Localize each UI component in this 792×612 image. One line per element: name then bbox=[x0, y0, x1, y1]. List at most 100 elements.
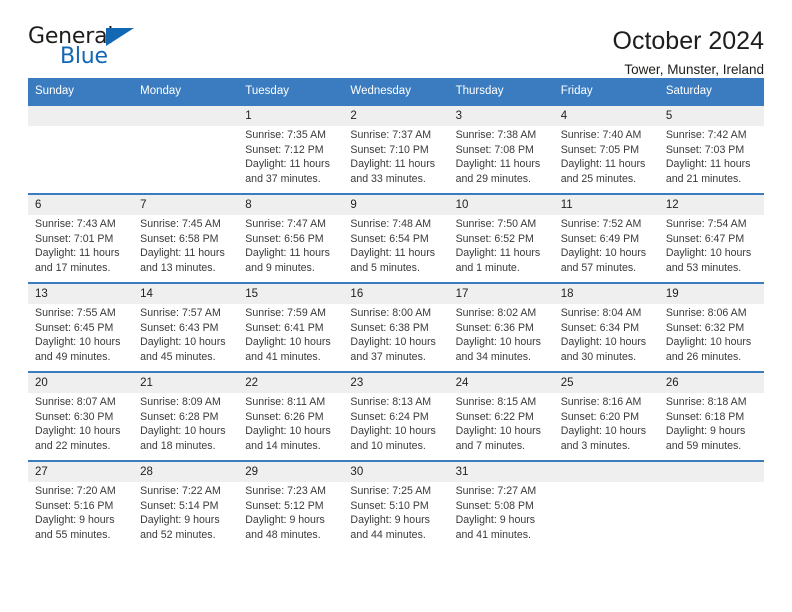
day-number: 28 bbox=[140, 466, 153, 479]
day-cell[interactable]: 13 Sunrise: 7:55 AM Sunset: 6:45 PM Dayli… bbox=[28, 284, 133, 371]
day-number: 17 bbox=[455, 288, 469, 301]
day-cell[interactable]: 27 Sunrise: 7:20 AM Sunset: 5:16 PM Dayli… bbox=[28, 462, 133, 549]
day-cell[interactable]: 12 Sunrise: 7:54 AM Sunset: 6:47 PM Dayli… bbox=[659, 195, 764, 282]
day-cell[interactable]: 31 Sunrise: 7:27 AM Sunset: 5:08 PM Dayli… bbox=[449, 462, 554, 549]
calendar-week-row: 13 Sunrise: 7:55 AM Sunset: 6:45 PM Dayli… bbox=[28, 282, 764, 371]
day-details: Sunrise: 8:07 AM Sunset: 6:30 PM Dayligh… bbox=[35, 396, 121, 452]
day-details: Sunrise: 7:20 AM Sunset: 5:16 PM Dayligh… bbox=[35, 485, 116, 541]
calendar-grid: Sunday Monday Tuesday Wednesday Thursday… bbox=[28, 78, 764, 549]
weekday-friday: Friday bbox=[560, 85, 593, 97]
day-cell[interactable]: 25 Sunrise: 8:16 AM Sunset: 6:20 PM Dayli… bbox=[554, 373, 659, 460]
day-number: 5 bbox=[665, 110, 673, 123]
weekday-tuesday: Tuesday bbox=[245, 85, 289, 97]
day-cell[interactable]: 20 Sunrise: 8:07 AM Sunset: 6:30 PM Dayli… bbox=[28, 373, 133, 460]
day-number: 1 bbox=[245, 110, 252, 123]
title-block: October 2024 Tower, Munster, Ireland bbox=[613, 26, 765, 77]
page-subtitle: Tower, Munster, Ireland bbox=[624, 62, 764, 77]
day-number: 16 bbox=[350, 288, 364, 301]
day-cell[interactable]: 21 Sunrise: 8:09 AM Sunset: 6:28 PM Dayli… bbox=[133, 373, 238, 460]
day-number: 10 bbox=[455, 199, 469, 212]
day-number: 29 bbox=[245, 466, 259, 479]
day-details: Sunrise: 7:35 AM Sunset: 7:12 PM Dayligh… bbox=[245, 129, 330, 185]
calendar-week-row: 27 Sunrise: 7:20 AM Sunset: 5:16 PM Dayli… bbox=[28, 460, 764, 549]
general-blue-logo[interactable]: General Blue bbox=[28, 26, 148, 72]
day-cell[interactable]: 24 Sunrise: 8:15 AM Sunset: 6:22 PM Dayli… bbox=[449, 373, 554, 460]
weekday-saturday: Saturday bbox=[665, 85, 712, 97]
day-number: 6 bbox=[35, 199, 42, 212]
day-number: 13 bbox=[35, 288, 48, 301]
day-cell[interactable]: 7 Sunrise: 7:45 AM Sunset: 6:58 PM Daylig… bbox=[133, 195, 238, 282]
day-details: Sunrise: 8:09 AM Sunset: 6:28 PM Dayligh… bbox=[140, 396, 226, 452]
day-number: 27 bbox=[35, 466, 48, 479]
calendar-week-row: 1 Sunrise: 7:35 AM Sunset: 7:12 PM Daylig… bbox=[28, 104, 764, 193]
day-cell[interactable]: 9 Sunrise: 7:48 AM Sunset: 6:54 PM Daylig… bbox=[343, 195, 448, 282]
day-number: 7 bbox=[140, 199, 147, 212]
day-cell[interactable]: 1 Sunrise: 7:35 AM Sunset: 7:12 PM Daylig… bbox=[238, 106, 343, 193]
day-details: Sunrise: 7:27 AM Sunset: 5:08 PM Dayligh… bbox=[455, 485, 537, 541]
day-number: 4 bbox=[560, 110, 568, 123]
day-cell[interactable]: 28 Sunrise: 7:22 AM Sunset: 5:14 PM Dayli… bbox=[133, 462, 238, 549]
day-cell[interactable]: 23 Sunrise: 8:13 AM Sunset: 6:24 PM Dayli… bbox=[343, 373, 448, 460]
day-details: Sunrise: 7:52 AM Sunset: 6:49 PM Dayligh… bbox=[560, 218, 647, 274]
logo-triangle-icon bbox=[106, 28, 134, 46]
weekday-thursday: Thursday bbox=[455, 85, 504, 97]
day-details: Sunrise: 8:06 AM Sunset: 6:32 PM Dayligh… bbox=[665, 307, 752, 363]
day-details: Sunrise: 7:48 AM Sunset: 6:54 PM Dayligh… bbox=[350, 218, 436, 274]
day-details: Sunrise: 7:22 AM Sunset: 5:14 PM Dayligh… bbox=[140, 485, 221, 541]
day-cell[interactable]: 8 Sunrise: 7:47 AM Sunset: 6:56 PM Daylig… bbox=[238, 195, 343, 282]
day-cell[interactable] bbox=[659, 462, 764, 549]
day-cell[interactable]: 10 Sunrise: 7:50 AM Sunset: 6:52 PM Dayli… bbox=[449, 195, 554, 282]
day-cell[interactable]: 19 Sunrise: 8:06 AM Sunset: 6:32 PM Dayli… bbox=[659, 284, 764, 371]
day-details: Sunrise: 8:00 AM Sunset: 6:38 PM Dayligh… bbox=[350, 307, 436, 363]
day-number bbox=[561, 462, 652, 482]
day-number: 15 bbox=[245, 288, 259, 301]
page-title: October 2024 bbox=[612, 27, 765, 55]
day-cell[interactable]: 2 Sunrise: 7:37 AM Sunset: 7:10 PM Daylig… bbox=[343, 106, 448, 193]
day-number bbox=[666, 462, 757, 482]
day-cell[interactable]: 3 Sunrise: 7:38 AM Sunset: 7:08 PM Daylig… bbox=[449, 106, 554, 193]
day-details: Sunrise: 7:45 AM Sunset: 6:58 PM Dayligh… bbox=[140, 218, 225, 274]
calendar-week-row: 20 Sunrise: 8:07 AM Sunset: 6:30 PM Dayli… bbox=[28, 371, 764, 460]
day-cell[interactable]: 29 Sunrise: 7:23 AM Sunset: 5:12 PM Dayli… bbox=[238, 462, 343, 549]
day-cell[interactable]: 5 Sunrise: 7:42 AM Sunset: 7:03 PM Daylig… bbox=[659, 106, 764, 193]
day-details: Sunrise: 8:13 AM Sunset: 6:24 PM Dayligh… bbox=[350, 396, 436, 452]
day-number bbox=[35, 106, 126, 126]
day-details: Sunrise: 7:42 AM Sunset: 7:03 PM Dayligh… bbox=[665, 129, 751, 185]
day-number bbox=[140, 106, 231, 126]
day-details: Sunrise: 7:57 AM Sunset: 6:43 PM Dayligh… bbox=[140, 307, 226, 363]
day-cell[interactable]: 18 Sunrise: 8:04 AM Sunset: 6:34 PM Dayli… bbox=[554, 284, 659, 371]
day-cell[interactable] bbox=[133, 106, 238, 193]
day-cell[interactable]: 4 Sunrise: 7:40 AM Sunset: 7:05 PM Daylig… bbox=[554, 106, 659, 193]
day-number: 19 bbox=[665, 288, 679, 301]
day-number: 21 bbox=[140, 377, 153, 390]
day-details: Sunrise: 7:37 AM Sunset: 7:10 PM Dayligh… bbox=[350, 129, 436, 185]
day-number: 25 bbox=[560, 377, 574, 390]
day-number: 9 bbox=[350, 199, 357, 212]
day-details: Sunrise: 7:38 AM Sunset: 7:08 PM Dayligh… bbox=[455, 129, 541, 185]
day-cell[interactable]: 30 Sunrise: 7:25 AM Sunset: 5:10 PM Dayli… bbox=[343, 462, 448, 549]
day-cell[interactable]: 11 Sunrise: 7:52 AM Sunset: 6:49 PM Dayli… bbox=[554, 195, 659, 282]
day-cell[interactable]: 17 Sunrise: 8:02 AM Sunset: 6:36 PM Dayli… bbox=[449, 284, 554, 371]
day-details: Sunrise: 7:40 AM Sunset: 7:05 PM Dayligh… bbox=[560, 129, 646, 185]
day-number: 22 bbox=[245, 377, 259, 390]
day-cell[interactable] bbox=[554, 462, 659, 549]
day-cell[interactable]: 6 Sunrise: 7:43 AM Sunset: 7:01 PM Daylig… bbox=[28, 195, 133, 282]
logo-text-blue: Blue bbox=[60, 44, 108, 69]
calendar-week-row: 6 Sunrise: 7:43 AM Sunset: 7:01 PM Daylig… bbox=[28, 193, 764, 282]
weekday-monday: Monday bbox=[140, 85, 182, 97]
day-cell[interactable]: 14 Sunrise: 7:57 AM Sunset: 6:43 PM Dayli… bbox=[133, 284, 238, 371]
day-details: Sunrise: 7:43 AM Sunset: 7:01 PM Dayligh… bbox=[35, 218, 120, 274]
day-details: Sunrise: 8:02 AM Sunset: 6:36 PM Dayligh… bbox=[455, 307, 541, 363]
day-cell[interactable]: 15 Sunrise: 7:59 AM Sunset: 6:41 PM Dayli… bbox=[238, 284, 343, 371]
day-cell[interactable]: 16 Sunrise: 8:00 AM Sunset: 6:38 PM Dayli… bbox=[343, 284, 448, 371]
day-number: 12 bbox=[665, 199, 679, 212]
day-number: 26 bbox=[665, 377, 679, 390]
weekday-header-row: Sunday Monday Tuesday Wednesday Thursday… bbox=[28, 78, 764, 105]
day-number: 23 bbox=[350, 377, 364, 390]
day-cell[interactable]: 26 Sunrise: 8:18 AM Sunset: 6:18 PM Dayli… bbox=[659, 373, 764, 460]
day-number: 18 bbox=[560, 288, 574, 301]
day-cell[interactable] bbox=[28, 106, 133, 193]
day-details: Sunrise: 7:59 AM Sunset: 6:41 PM Dayligh… bbox=[245, 307, 331, 363]
calendar-page: General Blue October 2024 Tower, Munster… bbox=[0, 0, 792, 612]
day-cell[interactable]: 22 Sunrise: 8:11 AM Sunset: 6:26 PM Dayli… bbox=[238, 373, 343, 460]
